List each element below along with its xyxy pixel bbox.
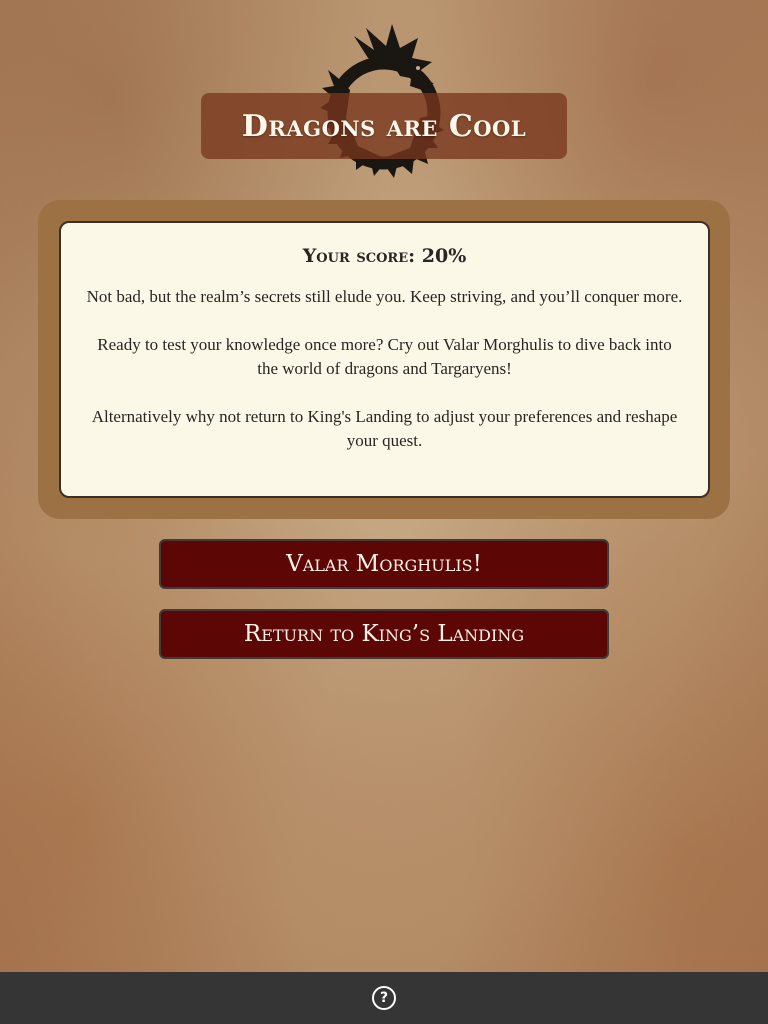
- app-title: Dragons are Cool: [241, 108, 527, 144]
- score-heading: Your score: 20%: [302, 245, 467, 267]
- footer-bar: ?: [0, 972, 768, 1024]
- question-circle-icon[interactable]: ?: [372, 986, 396, 1010]
- quiz-results-page: Dragons are Cool Your score: 20% Not bad…: [0, 0, 768, 972]
- result-card: Your score: 20% Not bad, but the realm’s…: [59, 221, 710, 498]
- feedback-text: Not bad, but the realm’s secrets still e…: [86, 287, 683, 306]
- alternative-text: Alternatively why not return to King's L…: [91, 407, 678, 450]
- valar-morghulis-button[interactable]: Valar Morghulis!: [159, 539, 609, 589]
- title-banner: Dragons are Cool: [201, 93, 567, 159]
- retry-prompt-text: Ready to test your knowledge once more? …: [97, 335, 672, 378]
- header: Dragons are Cool: [0, 18, 768, 183]
- return-to-kings-landing-button[interactable]: Return to King’s Landing: [159, 609, 609, 659]
